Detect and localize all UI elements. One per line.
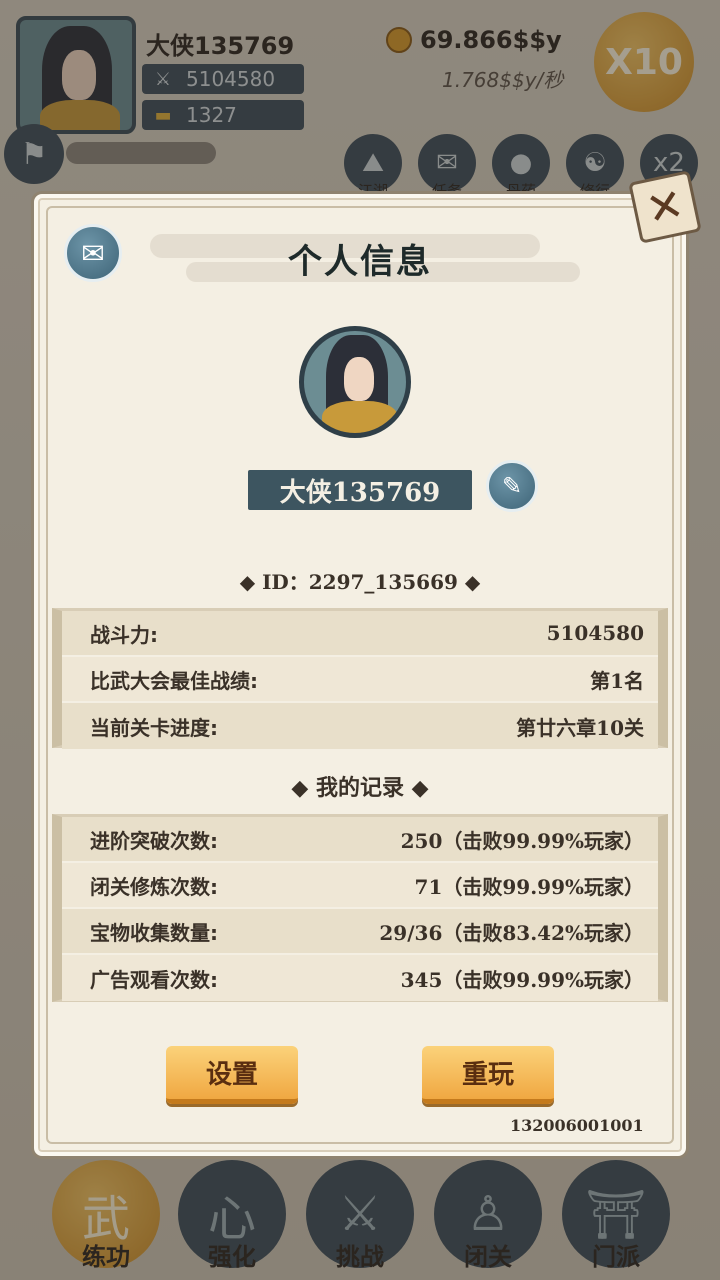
mail-button[interactable]: ✉	[64, 224, 122, 282]
table-row: 当前关卡进度: 第廿六章10关	[62, 703, 658, 749]
table-row: 进阶突破次数: 250（击败99.99%玩家）	[62, 817, 658, 863]
table-row: 比武大会最佳战绩: 第1名	[62, 657, 658, 703]
replay-button[interactable]: 重玩	[422, 1046, 554, 1104]
table-row: 广告观看次数: 345（击败99.99%玩家）	[62, 955, 658, 1001]
envelope-icon: ✉	[81, 236, 105, 270]
version-number: 132006001001	[510, 1116, 644, 1135]
records-title: ◆ 我的记录 ◆	[291, 776, 429, 801]
profile-avatar[interactable]	[299, 326, 411, 438]
records-table: 进阶突破次数: 250（击败99.99%玩家） 闭关修炼次数: 71（击败99.…	[52, 814, 668, 1002]
edit-icon: ✎	[501, 472, 523, 500]
close-button[interactable]: ✕	[628, 170, 702, 244]
table-row: 宝物收集数量: 29/36（击败83.42%玩家）	[62, 909, 658, 955]
player-id: ◆ ID：2297_135669 ◆	[239, 570, 481, 594]
settings-button[interactable]: 设置	[166, 1046, 298, 1104]
table-row: 闭关修炼次数: 71（击败99.99%玩家）	[62, 863, 658, 909]
close-icon: ✕	[641, 178, 689, 236]
name-plate: 大侠135769	[248, 470, 472, 510]
edit-name-button[interactable]: ✎	[486, 460, 538, 512]
stats-table: 战斗力: 5104580 比武大会最佳战绩: 第1名 当前关卡进度: 第廿六章1…	[52, 608, 668, 749]
modal-title: 个人信息	[288, 242, 432, 282]
table-row: 战斗力: 5104580	[62, 611, 658, 657]
